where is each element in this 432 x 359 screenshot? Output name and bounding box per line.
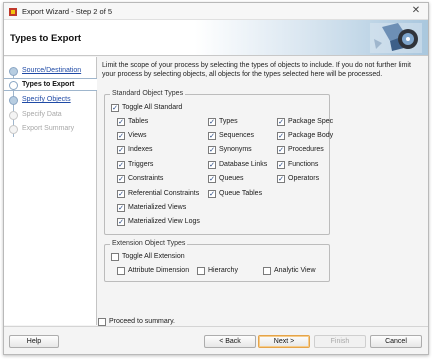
wizard-header: Types to Export (4, 20, 428, 56)
step-label: Specify Data (22, 111, 62, 118)
checkbox-box[interactable] (197, 267, 205, 275)
checkbox-box[interactable]: ✓ (277, 146, 285, 154)
checkbox-label: Queues (219, 175, 244, 182)
step-types-to-export[interactable]: Types to Export (4, 78, 97, 91)
checkbox-box[interactable]: ✓ (208, 118, 216, 126)
checkbox-box[interactable]: ✓ (208, 161, 216, 169)
standard-object-types-group: Standard Object Types ✓ Toggle All Stand… (104, 90, 334, 235)
checkbox-box[interactable] (263, 267, 271, 275)
step-marker-icon (9, 96, 18, 105)
checkbox-label: Toggle All Standard (122, 104, 183, 111)
checkbox-box[interactable]: ✓ (111, 104, 119, 112)
checkbox-box[interactable]: ✓ (117, 132, 125, 140)
checkbox-box[interactable]: ✓ (277, 118, 285, 126)
checkbox-label: Database Links (219, 161, 268, 168)
step-label: Types to Export (22, 81, 75, 88)
page-title: Types to Export (10, 33, 82, 44)
checkbox-label: Hierarchy (208, 267, 238, 274)
checkbox-box[interactable]: ✓ (208, 190, 216, 198)
checkbox-label: Package Spec (288, 118, 334, 125)
group-title: Extension Object Types (110, 240, 188, 247)
checkbox-box[interactable]: ✓ (117, 146, 125, 154)
export-graphic-icon (370, 23, 422, 53)
checkbox-box[interactable]: ✓ (117, 118, 125, 126)
checkbox-box[interactable]: ✓ (117, 175, 125, 183)
checkbox-label: Operators (288, 175, 320, 182)
checkbox-box[interactable]: ✓ (117, 161, 125, 169)
checkbox-box[interactable]: ✓ (208, 146, 216, 154)
checkbox-label: Indexes (128, 146, 153, 153)
wizard-steps-panel: Source/Destination Types to Export Speci… (4, 57, 97, 325)
checkbox-label: Views (128, 132, 147, 139)
checkbox-label: Materialized View Logs (128, 218, 200, 225)
checkbox-box[interactable]: ✓ (117, 190, 125, 198)
checkbox-label: Sequences (219, 132, 255, 139)
wizard-footer: Help < Back Next > Finish Cancel (4, 326, 428, 354)
checkbox-label: Constraints (128, 175, 164, 182)
checkbox-label: Referential Constraints (128, 190, 200, 197)
step-source-destination[interactable]: Source/Destination (4, 65, 97, 78)
finish-button: Finish (314, 335, 366, 348)
checkbox-box[interactable]: ✓ (208, 132, 216, 140)
title-bar: Export Wizard - Step 2 of 5 ✕ (4, 3, 428, 20)
checkbox-box[interactable] (117, 267, 125, 275)
checkbox-box[interactable]: ✓ (277, 132, 285, 140)
checkbox-label: Synonyms (219, 146, 252, 153)
step-label[interactable]: Specify Objects (22, 96, 71, 103)
next-button[interactable]: Next > (258, 335, 310, 348)
checkbox-box[interactable]: ✓ (277, 175, 285, 183)
checkbox-label: Proceed to summary. (109, 318, 176, 325)
checkbox-label: Analytic View (274, 267, 316, 274)
help-button[interactable]: Help (9, 335, 59, 348)
checkbox-label: Attribute Dimension (128, 267, 190, 274)
window-title: Export Wizard - Step 2 of 5 (22, 7, 113, 16)
checkbox-label: Functions (288, 161, 319, 168)
step-specify-data: Specify Data (4, 109, 97, 122)
app-icon (9, 8, 17, 16)
checkbox-box[interactable]: ✓ (277, 161, 285, 169)
checkbox-label: Toggle All Extension (122, 253, 185, 260)
wizard-content: Limit the scope of your process by selec… (98, 57, 428, 325)
checkbox-label: Tables (128, 118, 149, 125)
checkbox-box[interactable]: ✓ (208, 175, 216, 183)
extension-object-types-group: Extension Object Types Toggle All Extens… (104, 240, 330, 282)
checkbox-box[interactable] (111, 253, 119, 261)
checkbox-box[interactable]: ✓ (117, 218, 125, 226)
step-marker-icon (9, 111, 18, 120)
checkbox-label: Triggers (128, 161, 154, 168)
step-label: Export Summary (22, 125, 75, 132)
step-specify-objects[interactable]: Specify Objects (4, 94, 97, 107)
close-icon[interactable]: ✕ (410, 5, 422, 17)
checkbox-box[interactable]: ✓ (117, 204, 125, 212)
checkbox-box[interactable] (98, 318, 106, 326)
checkbox-label: Materialized Views (128, 204, 187, 211)
checkbox-label: Procedures (288, 146, 324, 153)
step-label[interactable]: Source/Destination (22, 67, 81, 74)
step-export-summary: Export Summary (4, 123, 97, 136)
checkbox-label: Package Body (288, 132, 334, 139)
step-marker-icon (9, 81, 18, 90)
step-marker-icon (9, 67, 18, 76)
export-wizard-window: Export Wizard - Step 2 of 5 ✕ Types to E… (3, 2, 429, 355)
group-title: Standard Object Types (110, 90, 186, 97)
back-button[interactable]: < Back (204, 335, 256, 348)
checkbox-label: Types (219, 118, 238, 125)
step-marker-icon (9, 125, 18, 134)
cancel-button[interactable]: Cancel (370, 335, 422, 348)
checkbox-label: Queue Tables (219, 190, 263, 197)
step-description: Limit the scope of your process by selec… (102, 62, 411, 79)
